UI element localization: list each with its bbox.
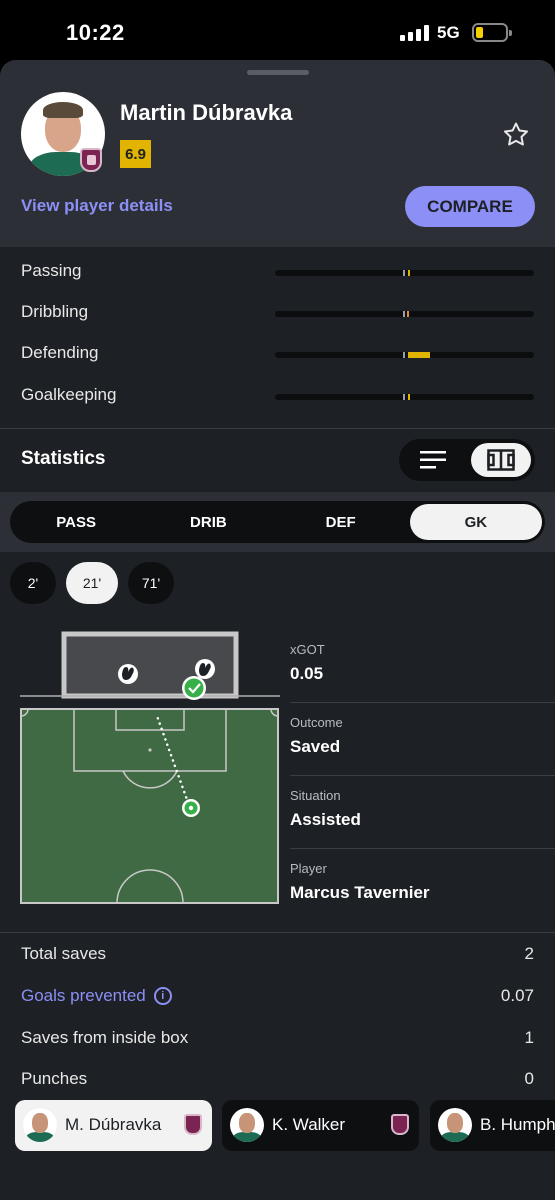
attribute-row: Defending: [0, 335, 555, 375]
attribute-bar: [275, 352, 534, 358]
minute-chip[interactable]: 71': [128, 562, 174, 604]
attribute-row: Goalkeeping: [0, 377, 555, 417]
player-header: Martin Dúbravka 6.9 View player details …: [0, 60, 555, 247]
list-icon: [420, 451, 446, 469]
situation-label: Situation: [290, 788, 341, 803]
attribute-bar: [275, 394, 534, 400]
stat-value: 0.07: [500, 986, 534, 1005]
club-badge-icon: [184, 1114, 202, 1135]
player-avatar: [23, 1108, 57, 1142]
player-avatar: [438, 1108, 472, 1142]
stat-label-text: Goals prevented: [21, 986, 146, 1005]
attribute-label: Defending: [21, 343, 99, 362]
attribute-label: Passing: [21, 261, 82, 280]
shot-map: [0, 630, 280, 920]
sheet-drag-handle[interactable]: [247, 70, 309, 75]
rating-badge: 6.9: [120, 140, 151, 168]
info-icon[interactable]: i: [153, 987, 172, 1005]
list-view-button[interactable]: [407, 443, 459, 477]
attribute-average-marker: [403, 311, 405, 317]
stat-row: Saves from inside box 1: [0, 1017, 555, 1059]
outcome-value: Saved: [290, 737, 341, 756]
penalty-spot: [148, 748, 152, 752]
attribute-label: Goalkeeping: [21, 385, 117, 404]
shot-saved-marker-icon: [182, 676, 206, 700]
minute-chip[interactable]: 21': [66, 562, 118, 604]
xgot-value: 0.05: [290, 664, 324, 683]
shooter-item: Player Marcus Tavernier: [290, 849, 555, 922]
statistics-header: Statistics: [0, 432, 555, 492]
glove-icon: [118, 664, 138, 684]
stat-label-text: Saves from inside box: [21, 1028, 189, 1047]
player-sheet: Martin Dúbravka 6.9 View player details …: [0, 60, 555, 1200]
club-badge-icon: [80, 148, 102, 172]
stat-value: 2: [524, 944, 534, 963]
minute-chips: 2' 21' 71': [10, 562, 174, 604]
attribute-value-fill: [408, 270, 410, 276]
pitch: [20, 708, 279, 904]
attribute-value-fill: [408, 394, 410, 400]
signal-icon: [400, 25, 430, 41]
network-label: 5G: [437, 23, 460, 42]
battery-icon: [472, 23, 512, 42]
attribute-row: Passing: [0, 253, 555, 293]
stat-tabs-band: PASS DRIB DEF GK: [0, 492, 555, 552]
club-badge-icon: [391, 1114, 409, 1135]
tab-gk[interactable]: GK: [409, 504, 542, 540]
compare-button[interactable]: COMPARE: [405, 186, 535, 227]
outcome-label: Outcome: [290, 715, 343, 730]
attribute-average-marker: [403, 352, 405, 358]
stat-label-text: Punches: [21, 1069, 88, 1088]
xgot-item: xGOT 0.05: [290, 630, 555, 703]
status-bar: 10:22 5G: [0, 0, 555, 62]
stat-label: Total saves: [21, 944, 106, 964]
xgot-label: xGOT: [290, 642, 325, 657]
stat-tabs: PASS DRIB DEF GK: [10, 501, 545, 543]
divider: [0, 428, 555, 429]
favorite-star-icon[interactable]: [501, 120, 531, 150]
minute-chip[interactable]: 2': [10, 562, 56, 604]
stat-row: Total saves 2: [0, 933, 555, 975]
stat-row[interactable]: Goals prevented i 0.07: [0, 975, 555, 1017]
attribute-bar: [275, 311, 534, 317]
attribute-label: Dribbling: [21, 302, 89, 321]
tab-pass[interactable]: PASS: [10, 501, 142, 543]
attribute-bar: [275, 270, 534, 276]
player-card[interactable]: K. Walker: [222, 1100, 419, 1151]
view-toggle: [399, 439, 535, 481]
statistics-title: Statistics: [21, 448, 106, 469]
stat-label[interactable]: Goals prevented i: [21, 986, 172, 1006]
player-card[interactable]: M. Dúbravka: [15, 1100, 212, 1151]
stat-label: Punches: [21, 1069, 87, 1089]
stat-value: 0: [524, 1069, 534, 1088]
player-card-name: B. Humph: [480, 1115, 555, 1134]
pitch-icon: [487, 449, 515, 471]
tab-def[interactable]: DEF: [275, 501, 407, 543]
player-name: Martin Dúbravka: [120, 100, 293, 125]
situation-item: Situation Assisted: [290, 776, 555, 849]
attribute-average-marker: [403, 270, 405, 276]
pitch-view-button[interactable]: [471, 443, 531, 477]
status-time: 10:22: [66, 20, 125, 45]
attribute-value-fill: [408, 352, 430, 358]
player-card-name: M. Dúbravka: [65, 1115, 162, 1134]
stat-value: 1: [524, 1028, 534, 1047]
situation-value: Assisted: [290, 810, 361, 829]
attribute-average-marker: [403, 394, 405, 400]
shooter-label: Player: [290, 861, 327, 876]
attribute-row: Dribbling: [0, 294, 555, 334]
stat-label-text: Total saves: [21, 944, 107, 963]
player-avatar: [230, 1108, 264, 1142]
glove-icon: [195, 659, 215, 679]
player-card-name: K. Walker: [272, 1115, 346, 1134]
view-player-details-link[interactable]: View player details: [21, 196, 173, 216]
outcome-item: Outcome Saved: [290, 703, 555, 776]
stat-label: Saves from inside box: [21, 1028, 188, 1048]
shooter-value: Marcus Tavernier: [290, 883, 430, 902]
tab-drib[interactable]: DRIB: [142, 501, 274, 543]
attribute-value-fill: [407, 311, 409, 317]
player-switcher: M. Dúbravka K. Walker B. Humph: [0, 1092, 555, 1200]
player-card[interactable]: B. Humph: [430, 1100, 555, 1151]
